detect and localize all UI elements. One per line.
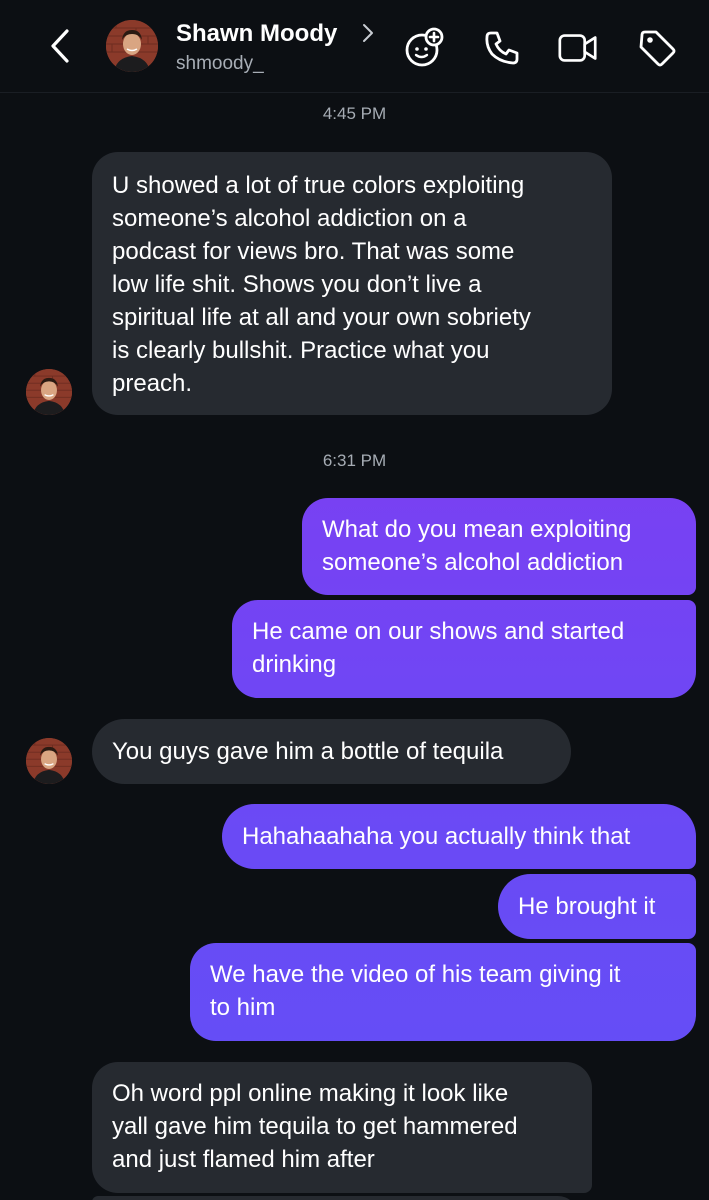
outgoing-message-bubble[interactable]: Hahahaahaha you actually think that [222, 804, 696, 869]
outgoing-message-bubble[interactable]: He brought it [498, 874, 696, 939]
contact-avatar[interactable] [106, 20, 158, 72]
timestamp: 6:31 PM [322, 451, 387, 470]
sparkle-face-icon [405, 27, 444, 67]
timestamp: 4:45 PM [322, 104, 387, 123]
contact-name[interactable]: Shawn Moody [176, 20, 337, 48]
outgoing-message-bubble[interactable]: He came on our shows and started drinkin… [232, 600, 696, 698]
tag-icon [639, 30, 676, 67]
avatar-photo [26, 738, 72, 784]
sender-avatar[interactable] [26, 369, 72, 415]
incoming-message-bubble[interactable]: U showed a lot of true colors exploiting… [92, 152, 612, 415]
video-call-button[interactable] [556, 26, 600, 70]
incoming-message-bubble[interactable]: Oh word ppl online making it look like y… [92, 1062, 592, 1193]
incoming-message-bubble[interactable]: You guys gave him a bottle of tequila [92, 719, 571, 784]
incoming-message-bubble-partial[interactable] [92, 1196, 578, 1200]
avatar-photo [26, 369, 72, 415]
outgoing-message-bubble[interactable]: We have the video of his team giving it … [190, 943, 696, 1041]
contact-username: shmoody_ [176, 53, 264, 74]
sender-avatar[interactable] [26, 738, 72, 784]
chat-header: Shawn Moody shmoody_ [0, 0, 709, 93]
avatar-photo [106, 20, 158, 72]
chevron-right-icon[interactable] [360, 22, 376, 44]
phone-icon [485, 31, 519, 65]
back-button[interactable] [40, 26, 80, 66]
chevron-left-icon [51, 29, 69, 63]
dm-thread-screen: Shawn Moody shmoody_ 4:45 PM U showed a … [0, 0, 709, 1200]
video-camera-icon [558, 34, 597, 62]
effects-button[interactable] [402, 26, 446, 70]
audio-call-button[interactable] [480, 26, 524, 70]
outgoing-message-bubble[interactable]: What do you mean exploiting someone’s al… [302, 498, 696, 595]
tag-button[interactable] [635, 26, 679, 70]
